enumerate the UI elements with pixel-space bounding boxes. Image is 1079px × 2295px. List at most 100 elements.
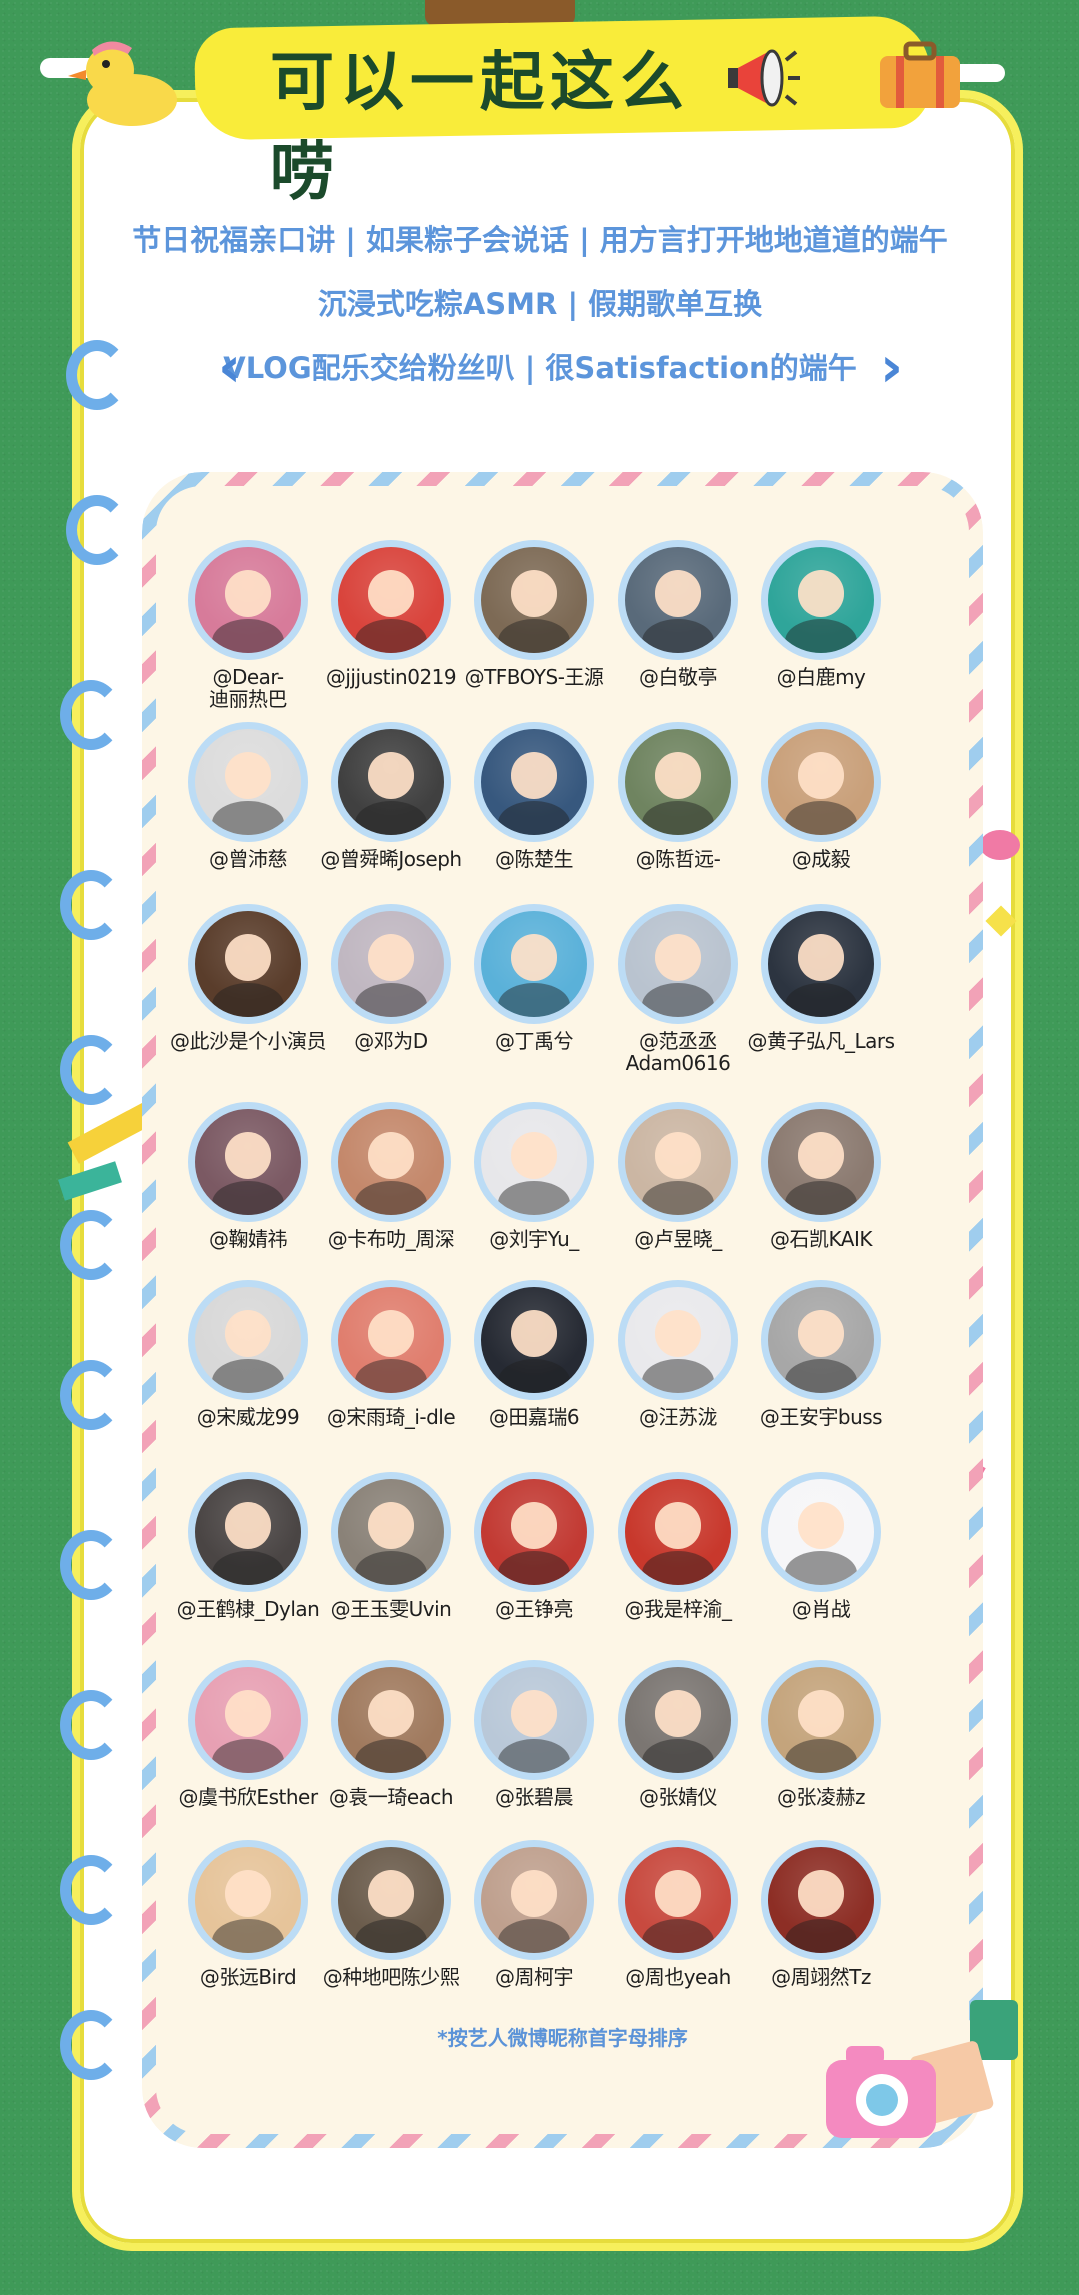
avatar[interactable]	[188, 722, 308, 842]
artist-item[interactable]: @我是梓渝_	[598, 1472, 758, 1620]
artist-name[interactable]: @白敬亭	[598, 666, 758, 688]
artist-name[interactable]: @张远Bird	[168, 1966, 328, 1988]
artist-item[interactable]: @虞书欣Esther	[168, 1660, 328, 1808]
artist-item[interactable]: @石凯KAIK	[741, 1102, 901, 1250]
artist-name[interactable]: @张碧晨	[454, 1786, 614, 1808]
artist-name[interactable]: @王铮亮	[454, 1598, 614, 1620]
artist-name[interactable]: @白鹿my	[741, 666, 901, 688]
artist-item[interactable]: @周柯宇	[454, 1840, 614, 1988]
avatar[interactable]	[761, 904, 881, 1024]
artist-item[interactable]: @宋威龙99	[168, 1280, 328, 1428]
artist-name[interactable]: @成毅	[741, 848, 901, 870]
avatar[interactable]	[618, 1280, 738, 1400]
artist-name[interactable]: @王安宇buss	[741, 1406, 901, 1428]
avatar[interactable]	[331, 1102, 451, 1222]
avatar[interactable]	[188, 1472, 308, 1592]
artist-item[interactable]: @刘宇Yu_	[454, 1102, 614, 1250]
artist-item[interactable]: @张远Bird	[168, 1840, 328, 1988]
artist-item[interactable]: @袁一琦each	[311, 1660, 471, 1808]
avatar[interactable]	[331, 1840, 451, 1960]
avatar[interactable]	[761, 1660, 881, 1780]
artist-item[interactable]: @王安宇buss	[741, 1280, 901, 1428]
artist-item[interactable]: @鞠婧祎	[168, 1102, 328, 1250]
avatar[interactable]	[188, 904, 308, 1024]
artist-name[interactable]: @王玉雯Uvin	[311, 1598, 471, 1620]
artist-item[interactable]: @此沙是个小演员	[168, 904, 328, 1052]
artist-item[interactable]: @丁禹兮	[454, 904, 614, 1052]
artist-item[interactable]: @周也yeah	[598, 1840, 758, 1988]
artist-name[interactable]: @Dear- 迪丽热巴	[168, 666, 328, 710]
artist-item[interactable]: @田嘉瑞6	[454, 1280, 614, 1428]
artist-name[interactable]: @此沙是个小演员	[168, 1030, 328, 1052]
avatar[interactable]	[761, 1840, 881, 1960]
avatar[interactable]	[331, 540, 451, 660]
artist-name[interactable]: @陈哲远-	[598, 848, 758, 870]
artist-name[interactable]: @宋雨琦_i-dle	[311, 1406, 471, 1428]
avatar[interactable]	[761, 1102, 881, 1222]
artist-name[interactable]: @邓为D	[311, 1030, 471, 1052]
artist-item[interactable]: @张婧仪	[598, 1660, 758, 1808]
artist-item[interactable]: @白敬亭	[598, 540, 758, 688]
avatar[interactable]	[474, 1660, 594, 1780]
avatar[interactable]	[331, 1280, 451, 1400]
avatar[interactable]	[188, 1102, 308, 1222]
artist-name[interactable]: @肖战	[741, 1598, 901, 1620]
avatar[interactable]	[474, 1102, 594, 1222]
chevron-left-icon[interactable]: ‹	[218, 338, 241, 398]
artist-item[interactable]: @王铮亮	[454, 1472, 614, 1620]
avatar[interactable]	[761, 1472, 881, 1592]
avatar[interactable]	[188, 540, 308, 660]
chevron-right-icon[interactable]: ›	[880, 338, 903, 398]
avatar[interactable]	[474, 904, 594, 1024]
avatar[interactable]	[331, 1472, 451, 1592]
avatar[interactable]	[188, 1660, 308, 1780]
avatar[interactable]	[188, 1280, 308, 1400]
avatar[interactable]	[618, 1102, 738, 1222]
artist-item[interactable]: @肖战	[741, 1472, 901, 1620]
avatar[interactable]	[761, 722, 881, 842]
artist-item[interactable]: @白鹿my	[741, 540, 901, 688]
avatar[interactable]	[618, 1840, 738, 1960]
artist-name[interactable]: @汪苏泷	[598, 1406, 758, 1428]
artist-item[interactable]: @卡布叻_周深	[311, 1102, 471, 1250]
avatar[interactable]	[474, 540, 594, 660]
artist-name[interactable]: @石凯KAIK	[741, 1228, 901, 1250]
artist-name[interactable]: @周翊然Tz	[741, 1966, 901, 1988]
artist-item[interactable]: @Dear- 迪丽热巴	[168, 540, 328, 710]
avatar[interactable]	[474, 1472, 594, 1592]
artist-item[interactable]: @宋雨琦_i-dle	[311, 1280, 471, 1428]
artist-item[interactable]: @TFBOYS-王源	[454, 540, 614, 688]
artist-name[interactable]: @周也yeah	[598, 1966, 758, 1988]
artist-name[interactable]: @田嘉瑞6	[454, 1406, 614, 1428]
artist-name[interactable]: @丁禹兮	[454, 1030, 614, 1052]
artist-name[interactable]: @黄子弘凡_Lars	[741, 1030, 901, 1052]
artist-item[interactable]: @周翊然Tz	[741, 1840, 901, 1988]
artist-item[interactable]: @曾舜晞Joseph	[311, 722, 471, 870]
avatar[interactable]	[761, 540, 881, 660]
artist-item[interactable]: @张凌赫z	[741, 1660, 901, 1808]
artist-name[interactable]: @曾舜晞Joseph	[311, 848, 471, 870]
artist-item[interactable]: @卢昱晓_	[598, 1102, 758, 1250]
avatar[interactable]	[188, 1840, 308, 1960]
artist-name[interactable]: @刘宇Yu_	[454, 1228, 614, 1250]
artist-name[interactable]: @种地吧陈少熙	[311, 1966, 471, 1988]
artist-name[interactable]: @卡布叻_周深	[311, 1228, 471, 1250]
avatar[interactable]	[618, 1660, 738, 1780]
artist-item[interactable]: @王鹤棣_Dylan	[168, 1472, 328, 1620]
avatar[interactable]	[618, 904, 738, 1024]
artist-item[interactable]: @范丞丞 Adam0616	[598, 904, 758, 1074]
artist-item[interactable]: @邓为D	[311, 904, 471, 1052]
artist-name[interactable]: @TFBOYS-王源	[454, 666, 614, 688]
artist-item[interactable]: @张碧晨	[454, 1660, 614, 1808]
avatar[interactable]	[761, 1280, 881, 1400]
artist-name[interactable]: @陈楚生	[454, 848, 614, 870]
artist-name[interactable]: @周柯宇	[454, 1966, 614, 1988]
avatar[interactable]	[474, 722, 594, 842]
artist-item[interactable]: @jjjustin0219	[311, 540, 471, 688]
artist-name[interactable]: @虞书欣Esther	[168, 1786, 328, 1808]
artist-item[interactable]: @种地吧陈少熙	[311, 1840, 471, 1988]
artist-name[interactable]: @卢昱晓_	[598, 1228, 758, 1250]
artist-item[interactable]: @成毅	[741, 722, 901, 870]
artist-name[interactable]: @我是梓渝_	[598, 1598, 758, 1620]
artist-name[interactable]: @袁一琦each	[311, 1786, 471, 1808]
